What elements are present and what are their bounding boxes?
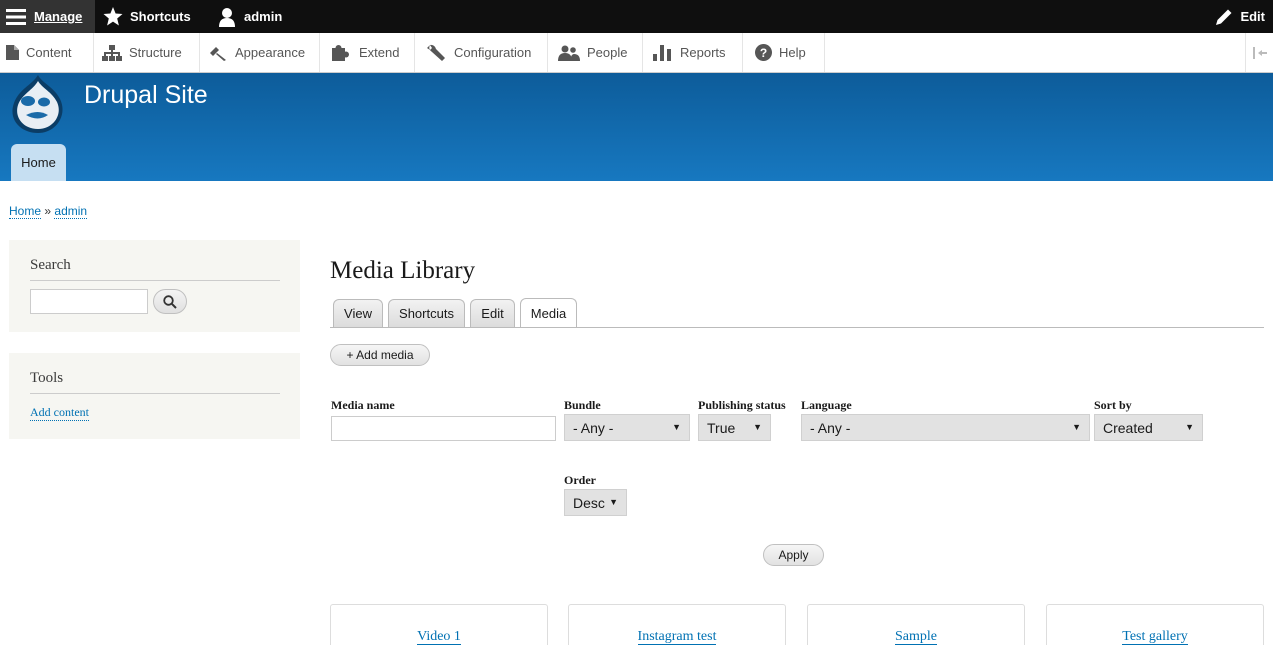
tools-block: Tools Add content <box>9 353 300 439</box>
media-link-test-gallery[interactable]: Test gallery <box>1047 629 1263 645</box>
search-block-title: Search <box>30 257 280 281</box>
order-value: Desc <box>573 494 605 511</box>
file-icon <box>6 45 19 60</box>
admin-toolbar: Manage Shortcuts admin Edit <box>0 0 1273 33</box>
tray-label: Reports <box>680 45 726 60</box>
user-label: admin <box>244 9 283 24</box>
add-media-button[interactable]: + Add media <box>330 344 430 366</box>
edit-label: Edit <box>1240 9 1265 24</box>
status-value: True <box>707 419 736 436</box>
tray-label: People <box>587 45 628 60</box>
hamburger-icon <box>6 8 26 25</box>
media-card: Test gallery <box>1046 604 1264 645</box>
media-title[interactable]: Instagram test <box>637 629 717 645</box>
chevron-down-icon: ▼ <box>672 422 681 432</box>
shortcuts-label: Shortcuts <box>130 9 191 24</box>
drupal-logo-icon[interactable] <box>8 75 68 133</box>
bundle-select[interactable]: - Any - ▼ <box>564 414 690 441</box>
tray-item-extend[interactable]: Extend <box>320 33 415 72</box>
tray-item-appearance[interactable]: Appearance <box>200 33 320 72</box>
sort-value: Created <box>1103 419 1153 436</box>
chevron-down-icon: ▼ <box>753 422 762 432</box>
media-link-video-1[interactable]: Video 1 <box>331 629 547 645</box>
media-title[interactable]: Video 1 <box>417 629 461 645</box>
tray-item-people[interactable]: People <box>548 33 643 72</box>
site-header: Drupal Site Home <box>0 73 1273 181</box>
sitemap-icon <box>102 44 122 61</box>
tab-edit[interactable]: Edit <box>470 299 515 327</box>
tray-label: Extend <box>359 45 400 60</box>
tab-shortcuts[interactable]: Shortcuts <box>388 299 465 327</box>
media-card: Sample <box>807 604 1025 645</box>
home-tab[interactable]: Home <box>11 144 66 181</box>
chevron-down-icon: ▼ <box>1185 422 1194 432</box>
search-input[interactable] <box>30 289 148 314</box>
tab-media[interactable]: Media <box>520 298 577 328</box>
paintbrush-icon <box>210 46 226 61</box>
user-icon <box>219 7 235 27</box>
media-name-input[interactable] <box>331 416 556 441</box>
bar-chart-icon <box>653 44 671 61</box>
status-label: Publishing status <box>698 398 786 412</box>
manage-label: Manage <box>34 9 83 24</box>
breadcrumb: Home » admin <box>9 204 88 219</box>
orientation-toggle-icon <box>1252 46 1267 59</box>
order-label: Order <box>564 473 596 487</box>
tray-label: Configuration <box>454 45 532 60</box>
puzzle-icon <box>332 44 349 61</box>
language-select[interactable]: - Any - ▼ <box>801 414 1090 441</box>
media-title[interactable]: Sample <box>895 629 937 645</box>
orientation-toggle-button[interactable] <box>1245 33 1273 72</box>
tabs-divider <box>330 327 1264 328</box>
bundle-value: - Any - <box>573 419 614 436</box>
tray-label: Help <box>779 45 806 60</box>
toolbar-tray: Content Structure Appearance Extend Conf… <box>0 33 1273 73</box>
media-link-instagram-test[interactable]: Instagram test <box>569 629 785 645</box>
apply-button[interactable]: Apply <box>763 544 824 566</box>
site-name[interactable]: Drupal Site <box>84 81 208 110</box>
star-icon <box>103 7 123 26</box>
sort-label: Sort by <box>1094 398 1132 412</box>
tray-label: Content <box>26 45 72 60</box>
tray-item-configuration[interactable]: Configuration <box>415 33 548 72</box>
pencil-icon <box>1216 9 1232 25</box>
media-title[interactable]: Test gallery <box>1122 629 1188 645</box>
search-button[interactable] <box>153 289 187 314</box>
order-select[interactable]: Desc ▼ <box>564 489 627 516</box>
sort-select[interactable]: Created ▼ <box>1094 414 1203 441</box>
user-button[interactable]: admin <box>217 0 282 33</box>
language-label: Language <box>801 398 852 412</box>
search-icon <box>163 294 177 309</box>
edit-button[interactable]: Edit <box>1215 0 1265 33</box>
add-content-link[interactable]: Add content <box>30 405 89 421</box>
media-card: Video 1 <box>330 604 548 645</box>
tray-item-help[interactable]: ? Help <box>743 33 825 72</box>
tools-block-title: Tools <box>30 370 280 394</box>
svg-text:?: ? <box>760 46 767 60</box>
tray-item-structure[interactable]: Structure <box>94 33 200 72</box>
language-value: - Any - <box>810 419 851 436</box>
search-block: Search <box>9 240 300 332</box>
media-name-label: Media name <box>331 398 395 412</box>
manage-button[interactable]: Manage <box>0 0 95 33</box>
wrench-icon <box>427 44 445 61</box>
breadcrumb-admin[interactable]: admin <box>54 204 88 219</box>
page-title: Media Library <box>330 257 476 284</box>
media-link-sample[interactable]: Sample <box>808 629 1024 645</box>
bundle-label: Bundle <box>564 398 601 412</box>
tray-item-content[interactable]: Content <box>0 33 94 72</box>
chevron-down-icon: ▼ <box>609 497 618 507</box>
tab-view[interactable]: View <box>333 299 383 327</box>
help-icon: ? <box>755 44 772 61</box>
people-icon <box>558 45 580 61</box>
tray-item-reports[interactable]: Reports <box>643 33 743 72</box>
shortcuts-button[interactable]: Shortcuts <box>103 0 191 33</box>
status-select[interactable]: True ▼ <box>698 414 771 441</box>
breadcrumb-home[interactable]: Home <box>9 204 42 219</box>
tray-label: Structure <box>129 45 182 60</box>
media-card: Instagram test <box>568 604 786 645</box>
breadcrumb-separator: » <box>44 204 52 218</box>
chevron-down-icon: ▼ <box>1072 422 1081 432</box>
tray-label: Appearance <box>235 45 306 60</box>
